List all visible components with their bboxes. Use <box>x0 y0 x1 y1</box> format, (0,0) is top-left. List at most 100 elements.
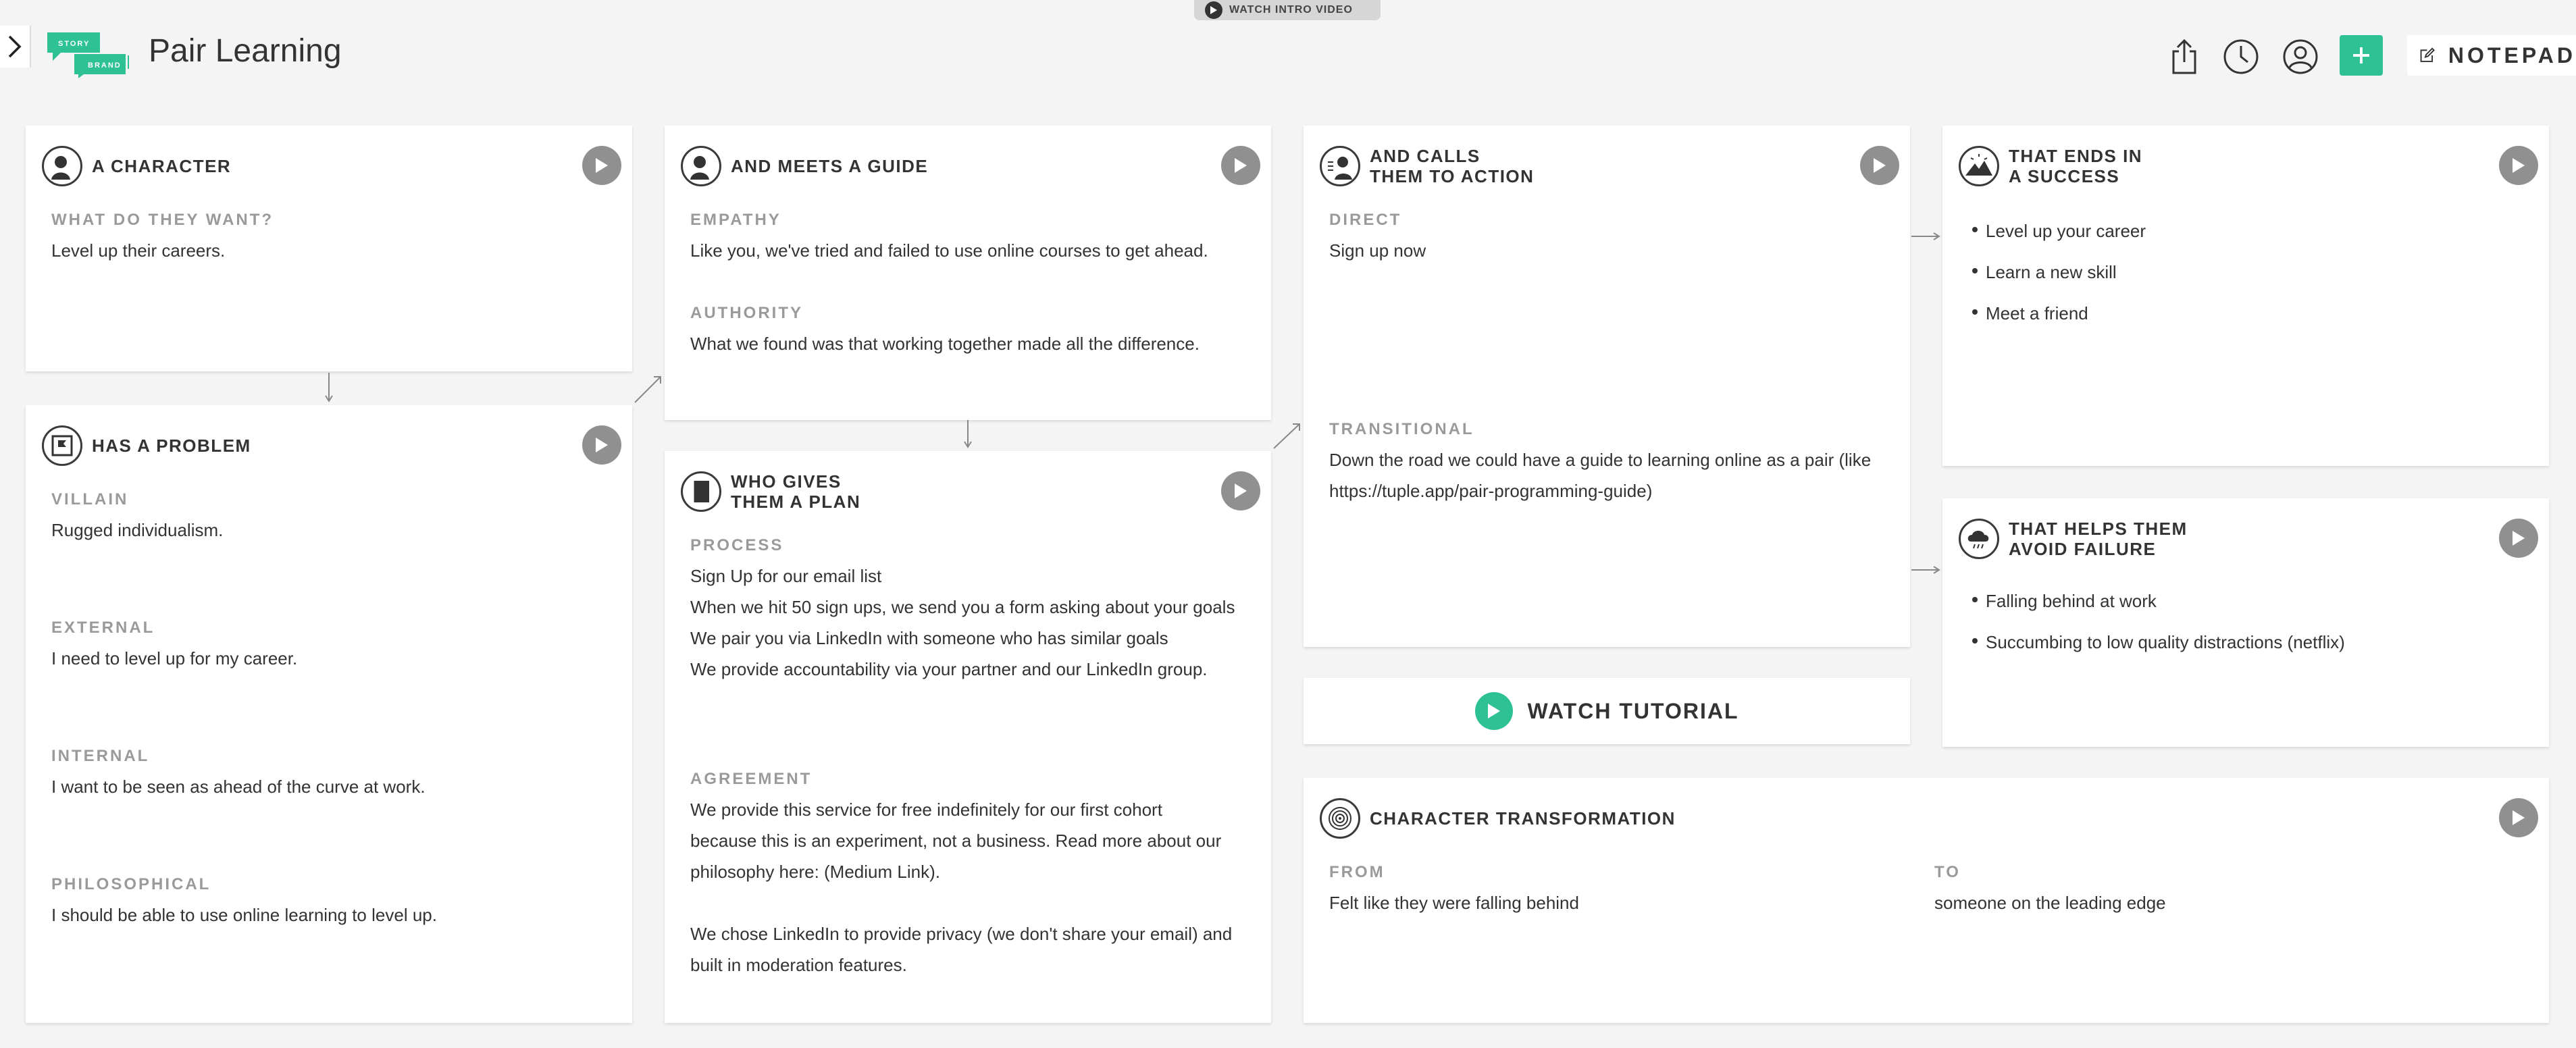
success-list: Level up your career Learn a new skill M… <box>1964 211 2529 334</box>
plan-title: WHO GIVES THEM A PLAN <box>731 471 861 512</box>
play-icon <box>596 158 608 173</box>
clock-icon <box>2223 39 2259 74</box>
action-title: AND CALLS THEM TO ACTION <box>1370 146 1535 186</box>
from-text[interactable]: Felt like they were falling behind <box>1329 887 1910 918</box>
authority-text[interactable]: What we found was that working together … <box>690 328 1251 359</box>
transformation-card[interactable]: CHARACTER TRANSFORMATION FROM Felt like … <box>1304 778 2549 1023</box>
megaphone-icon <box>1320 146 1360 186</box>
direct-text[interactable]: Sign up now <box>1329 235 1890 266</box>
process-label: PROCESS <box>690 536 784 554</box>
from-label: FROM <box>1329 863 1385 881</box>
play-icon <box>2513 158 2525 173</box>
list-item[interactable]: Learn a new skill <box>1964 252 2529 293</box>
process-step[interactable]: We pair you via LinkedIn with someone wh… <box>690 623 1251 654</box>
chevron-right-icon <box>8 35 22 58</box>
add-button[interactable] <box>2340 35 2383 76</box>
action-card[interactable]: AND CALLS THEM TO ACTION DIRECT Sign up … <box>1304 126 1910 647</box>
watch-intro-video-button[interactable]: WATCH INTRO VIDEO <box>1194 0 1381 20</box>
failure-card[interactable]: THAT HELPS THEM AVOID FAILURE Falling be… <box>1942 498 2549 747</box>
book-icon <box>681 471 721 512</box>
diagonal-arrow-icon <box>634 376 661 403</box>
external-label: EXTERNAL <box>51 619 155 637</box>
svg-text:BRAND: BRAND <box>88 61 122 70</box>
account-button[interactable] <box>2280 36 2321 77</box>
list-item[interactable]: Meet a friend <box>1964 293 2529 334</box>
transitional-line[interactable]: Down the road we could have a guide to l… <box>1329 444 1890 475</box>
page-title: Pair Learning <box>149 33 342 69</box>
empathy-text[interactable]: Like you, we've tried and failed to use … <box>690 235 1251 266</box>
character-title: A CHARACTER <box>92 156 232 176</box>
process-step[interactable]: We provide accountability via your partn… <box>690 654 1251 685</box>
play-icon <box>1235 483 1247 498</box>
down-arrow-icon <box>325 373 333 402</box>
plan-play-button[interactable] <box>1221 471 1260 510</box>
right-arrow-icon <box>1911 232 1940 240</box>
philosophical-text[interactable]: I should be able to use online learning … <box>51 899 612 931</box>
storybrand-logo: STORY BRAND <box>46 31 134 80</box>
down-arrow-icon <box>964 420 972 448</box>
character-card[interactable]: A CHARACTER WHAT DO THEY WANT? Level up … <box>26 126 632 371</box>
agreement-line[interactable]: built in moderation features. <box>690 949 1251 980</box>
success-card[interactable]: THAT ENDS IN A SUCCESS Level up your car… <box>1942 126 2549 466</box>
transformation-title: CHARACTER TRANSFORMATION <box>1370 808 1676 829</box>
play-icon <box>2513 531 2525 546</box>
notepad-label: NOTEPAD <box>2448 43 2576 68</box>
list-item[interactable]: Succumbing to low quality distractions (… <box>1964 622 2529 663</box>
external-text[interactable]: I need to level up for my career. <box>51 643 612 674</box>
agreement-line[interactable]: philosophy here: (Medium Link). <box>690 856 1251 887</box>
fingerprint-icon <box>1320 798 1360 839</box>
play-icon <box>1874 158 1886 173</box>
agreement-line[interactable]: We chose LinkedIn to provide privacy (we… <box>690 918 1251 949</box>
watch-tutorial-button[interactable]: WATCH TUTORIAL <box>1304 678 1910 744</box>
history-button[interactable] <box>2221 36 2261 77</box>
internal-text[interactable]: I want to be seen as ahead of the curve … <box>51 771 612 802</box>
want-text[interactable]: Level up their careers. <box>51 235 612 266</box>
process-step[interactable]: Sign Up for our email list <box>690 560 1251 592</box>
user-icon <box>2283 39 2318 74</box>
failure-title: THAT HELPS THEM AVOID FAILURE <box>2009 519 2188 559</box>
sidebar-toggle-button[interactable] <box>0 26 31 68</box>
plan-card[interactable]: WHO GIVES THEM A PLAN PROCESS Sign Up fo… <box>665 451 1271 1023</box>
play-icon <box>596 438 608 452</box>
guide-title: AND MEETS A GUIDE <box>731 156 929 176</box>
transitional-label: TRANSITIONAL <box>1329 420 1474 438</box>
share-button[interactable] <box>2164 36 2205 77</box>
want-label: WHAT DO THEY WANT? <box>51 211 274 229</box>
agreement-line[interactable]: because this is an experiment, not a bus… <box>690 825 1251 856</box>
right-arrow-icon <box>1911 566 1940 574</box>
process-step[interactable]: When we hit 50 sign ups, we send you a f… <box>690 592 1251 623</box>
direct-label: DIRECT <box>1329 211 1402 229</box>
list-item[interactable]: Level up your career <box>1964 211 2529 252</box>
agreement-line[interactable] <box>690 887 1251 918</box>
play-icon <box>1205 1 1222 19</box>
notepad-button[interactable]: NOTEPAD <box>2407 35 2576 76</box>
character-play-button[interactable] <box>582 146 621 185</box>
villain-text[interactable]: Rugged individualism. <box>51 515 612 546</box>
success-title: THAT ENDS IN A SUCCESS <box>2009 146 2143 186</box>
transformation-play-button[interactable] <box>2499 798 2538 837</box>
to-text[interactable]: someone on the leading edge <box>1934 887 2515 918</box>
to-label: TO <box>1934 863 1961 881</box>
problem-card[interactable]: HAS A PROBLEM VILLAIN Rugged individuali… <box>26 405 632 1023</box>
problem-play-button[interactable] <box>582 425 621 465</box>
edit-icon <box>2420 47 2435 62</box>
list-item[interactable]: Falling behind at work <box>1964 581 2529 622</box>
agreement-line[interactable]: We provide this service for free indefin… <box>690 794 1251 825</box>
agreement-label: AGREEMENT <box>690 770 813 788</box>
diagonal-arrow-icon <box>1273 423 1300 449</box>
storm-cloud-icon <box>1959 519 1999 559</box>
guide-card[interactable]: AND MEETS A GUIDE EMPATHY Like you, we'v… <box>665 126 1271 420</box>
failure-list: Falling behind at work Succumbing to low… <box>1964 581 2529 663</box>
action-play-button[interactable] <box>1860 146 1899 185</box>
share-icon <box>2172 38 2196 74</box>
villain-label: VILLAIN <box>51 490 129 508</box>
success-play-button[interactable] <box>2499 146 2538 185</box>
failure-play-button[interactable] <box>2499 519 2538 558</box>
empathy-label: EMPATHY <box>690 211 781 229</box>
guide-icon <box>681 146 721 186</box>
character-icon <box>42 146 82 186</box>
flag-icon <box>42 425 82 466</box>
transitional-line[interactable]: https://tuple.app/pair-programming-guide… <box>1329 475 1890 506</box>
internal-label: INTERNAL <box>51 747 150 765</box>
guide-play-button[interactable] <box>1221 146 1260 185</box>
